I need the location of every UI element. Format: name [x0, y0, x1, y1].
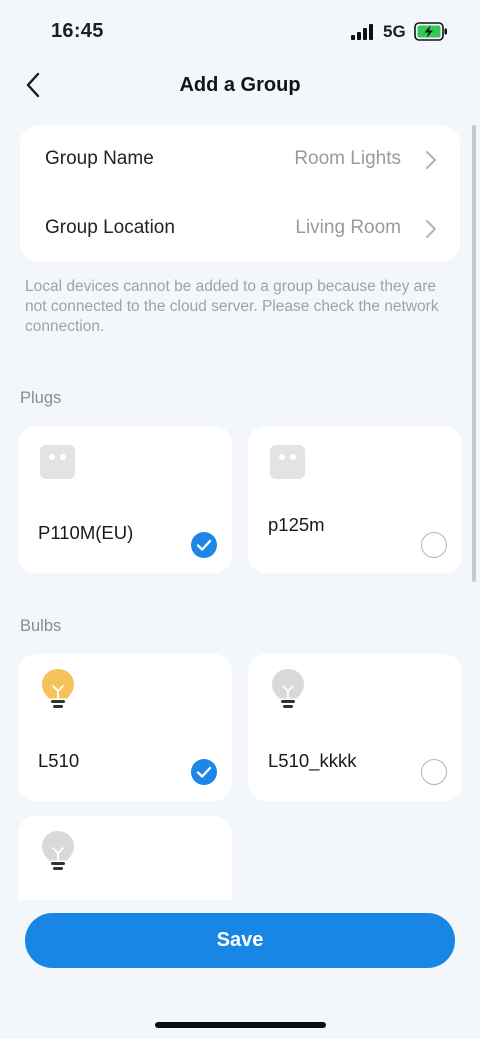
- group-settings-card: Group Name Room Lights Group Location Li…: [20, 125, 460, 262]
- status-bar: 16:45 5G: [0, 0, 480, 62]
- navigation-bar: Add a Group: [0, 62, 480, 108]
- battery-charging-icon: [414, 22, 447, 41]
- bulb-icon: [272, 669, 304, 708]
- chevron-right-icon: [426, 220, 436, 238]
- device-card-l510[interactable]: L510: [18, 654, 232, 801]
- device-name: L510_kkkk: [268, 750, 357, 771]
- unselected-radio-icon[interactable]: [421, 759, 447, 785]
- group-name-value: Room Lights: [294, 148, 401, 169]
- unselected-radio-icon[interactable]: [421, 532, 447, 558]
- chevron-right-icon: [426, 151, 436, 169]
- lit-bulb-icon: [42, 669, 74, 708]
- cloud-notice-text: Local devices cannot be added to a group…: [25, 278, 439, 335]
- device-card-p110m[interactable]: P110M(EU): [18, 426, 232, 573]
- device-card-l510-kkkk[interactable]: L510_kkkk: [248, 654, 462, 801]
- group-location-label: Group Location: [45, 217, 175, 238]
- home-indicator[interactable]: [155, 1022, 326, 1028]
- group-location-row[interactable]: Group Location Living Room: [20, 198, 460, 258]
- bulbs-section-title: Bulbs: [20, 617, 62, 635]
- selected-check-icon[interactable]: [191, 759, 217, 785]
- group-location-value: Living Room: [295, 217, 401, 238]
- save-button[interactable]: Save: [25, 913, 455, 968]
- cellular-signal-icon: [351, 24, 376, 40]
- plugs-section-title: Plugs: [20, 389, 62, 407]
- network-type: 5G: [383, 22, 406, 41]
- device-name: P110M(EU): [38, 522, 134, 543]
- device-card-p125m[interactable]: p125m: [248, 426, 462, 573]
- scrollbar[interactable]: [472, 125, 476, 582]
- page-title: Add a Group: [179, 74, 301, 96]
- group-name-label: Group Name: [45, 148, 154, 169]
- status-time: 16:45: [51, 20, 104, 42]
- device-name: p125m: [268, 514, 325, 535]
- group-name-row[interactable]: Group Name Room Lights: [20, 129, 460, 189]
- device-name: L510: [38, 750, 80, 771]
- smart-plug-icon: [40, 445, 75, 479]
- smart-plug-icon: [270, 445, 305, 479]
- selected-check-icon[interactable]: [191, 532, 217, 558]
- bulb-icon: [42, 831, 74, 870]
